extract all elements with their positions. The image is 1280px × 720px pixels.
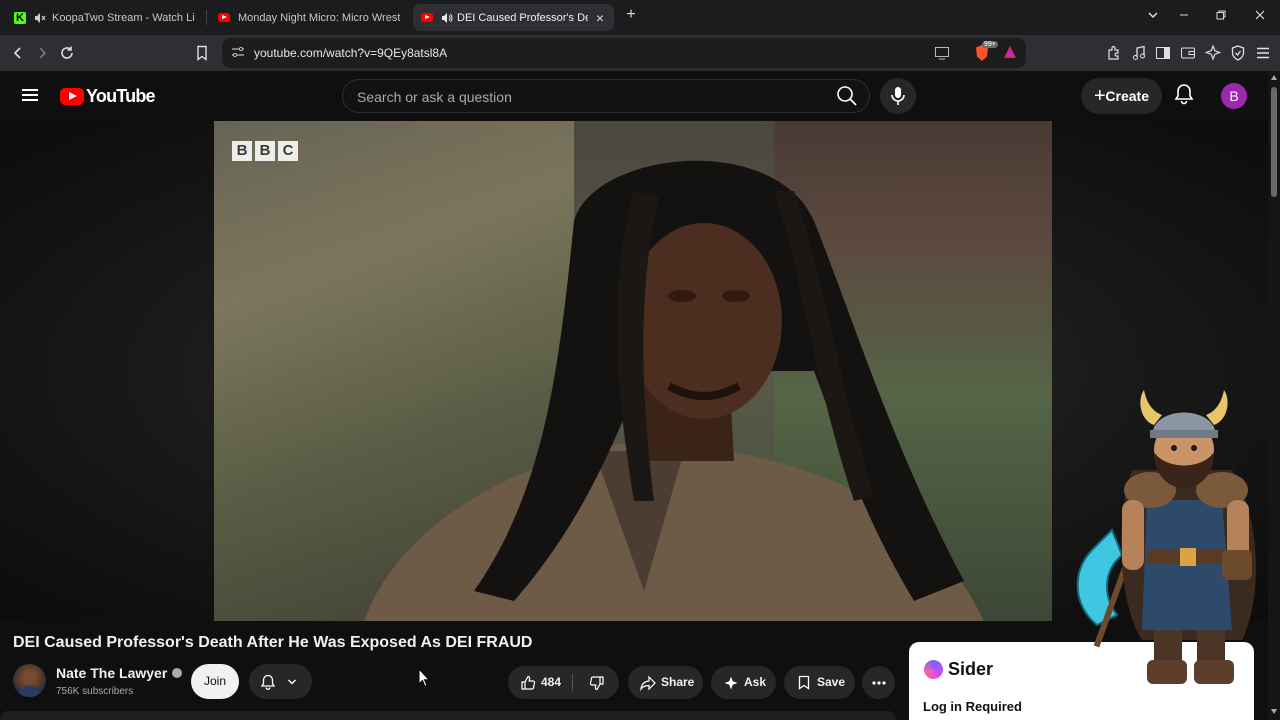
guide-menu-icon[interactable] xyxy=(22,89,38,101)
share-icon xyxy=(640,675,656,691)
sider-login-required[interactable]: Log in Required xyxy=(923,699,1022,714)
save-bookmark-icon xyxy=(798,675,810,690)
search-input[interactable]: Search or ask a question xyxy=(342,79,870,113)
scroll-down-arrow-icon[interactable] xyxy=(1271,709,1277,714)
kick-icon: K xyxy=(14,11,26,24)
channel-name[interactable]: Nate The Lawyer xyxy=(56,665,183,681)
youtube-icon xyxy=(218,13,230,22)
minimize-icon[interactable] xyxy=(1174,8,1194,24)
youtube-logo[interactable]: YouTube xyxy=(60,86,156,107)
shields-count-badge: 99+ xyxy=(982,41,998,48)
share-label: Share xyxy=(661,675,695,689)
dislike-button[interactable] xyxy=(589,675,605,691)
sider-brand: Sider xyxy=(924,659,993,680)
account-avatar[interactable]: B xyxy=(1221,83,1247,109)
like-button[interactable] xyxy=(520,675,536,691)
cast-icon[interactable] xyxy=(934,46,950,65)
search-icon xyxy=(837,86,857,106)
chevron-down-icon xyxy=(288,679,296,685)
leo-ai-icon[interactable] xyxy=(1203,43,1223,63)
ask-button[interactable]: Ask xyxy=(711,666,776,699)
tab-search-chevron-icon[interactable] xyxy=(1143,8,1163,24)
sidebar-toggle-icon[interactable] xyxy=(1153,43,1173,63)
save-label: Save xyxy=(817,675,846,689)
bookmark-icon[interactable] xyxy=(192,43,212,63)
save-button[interactable]: Save xyxy=(784,666,855,699)
browser-menu-icon[interactable] xyxy=(1253,43,1273,63)
sparkle-icon xyxy=(724,676,738,690)
viking-mascot-image[interactable] xyxy=(1062,390,1272,695)
vpn-shield-icon[interactable] xyxy=(1228,43,1248,63)
search-placeholder: Search or ask a question xyxy=(357,89,512,105)
like-divider xyxy=(572,674,573,691)
youtube-header: YouTube Search or ask a question + Creat… xyxy=(0,71,1268,121)
scroll-up-arrow-icon[interactable] xyxy=(1271,75,1277,80)
browser-tab-kick[interactable]: K KoopaTwo Stream - Watch Live o xyxy=(6,4,202,31)
extensions-icon[interactable] xyxy=(1104,43,1124,63)
close-window-icon[interactable] xyxy=(1250,8,1270,24)
tab-title: KoopaTwo Stream - Watch Live o xyxy=(52,11,194,24)
tab-divider xyxy=(206,10,207,25)
muted-speaker-icon[interactable] xyxy=(34,12,46,24)
search-button[interactable] xyxy=(830,80,864,112)
share-button[interactable]: Share xyxy=(628,666,703,699)
video-frame-person xyxy=(364,160,984,621)
bell-icon xyxy=(1174,84,1194,105)
browser-toolbar: youtube.com/watch?v=9QEy8atsl8A 99+ xyxy=(0,35,1280,71)
description-box[interactable] xyxy=(0,711,896,720)
brave-rewards-icon[interactable] xyxy=(1003,45,1017,64)
create-label: Create xyxy=(1105,88,1149,104)
bbc-letter: B xyxy=(232,141,252,161)
new-tab-icon[interactable]: + xyxy=(621,6,641,24)
plus-icon: + xyxy=(1094,85,1106,107)
sider-brand-name: Sider xyxy=(948,659,994,679)
wallet-icon[interactable] xyxy=(1178,43,1198,63)
site-settings-icon[interactable] xyxy=(230,45,246,61)
like-dislike-group: 484 xyxy=(508,666,619,699)
bbc-letter: C xyxy=(278,141,298,161)
mouse-cursor-icon xyxy=(418,668,430,688)
verified-badge-icon xyxy=(172,668,183,678)
audio-playing-icon[interactable] xyxy=(441,12,453,24)
reload-icon[interactable] xyxy=(57,43,77,63)
like-count: 484 xyxy=(541,675,562,689)
address-bar[interactable]: youtube.com/watch?v=9QEy8atsl8A 99+ xyxy=(222,38,1026,68)
subscription-notifications-button[interactable] xyxy=(249,664,312,699)
sider-logo-icon xyxy=(924,660,943,679)
close-tab-icon[interactable]: × xyxy=(594,10,606,26)
youtube-wordmark: YouTube xyxy=(86,86,156,106)
youtube-play-icon xyxy=(60,88,84,105)
create-button[interactable]: + Create xyxy=(1081,78,1162,114)
voice-search-button[interactable] xyxy=(880,78,916,114)
more-horizontal-icon xyxy=(872,681,886,685)
channel-avatar[interactable] xyxy=(13,664,46,697)
tab-title: Monday Night Micro: Micro Wrestling xyxy=(238,11,400,24)
media-music-icon[interactable] xyxy=(1129,43,1149,63)
forward-arrow-icon[interactable] xyxy=(32,43,52,63)
back-arrow-icon[interactable] xyxy=(8,43,28,63)
restore-icon[interactable] xyxy=(1211,8,1231,24)
more-actions-button[interactable] xyxy=(862,666,895,699)
browser-tab-strip: K KoopaTwo Stream - Watch Live o Monday … xyxy=(0,0,1280,35)
bell-icon xyxy=(261,674,275,690)
microphone-icon xyxy=(891,87,905,105)
ask-label: Ask xyxy=(744,675,767,689)
notifications-button[interactable] xyxy=(1174,83,1198,109)
video-player[interactable]: B B C xyxy=(214,121,1052,621)
youtube-icon xyxy=(421,13,433,22)
subscriber-count: 756K subscribers xyxy=(56,686,134,697)
scrollbar-thumb[interactable] xyxy=(1271,87,1277,197)
video-title: DEI Caused Professor's Death After He Wa… xyxy=(13,634,533,651)
tab-title: DEI Caused Professor's Death xyxy=(457,11,588,24)
bbc-watermark: B B C xyxy=(232,141,298,161)
browser-tab-active[interactable]: DEI Caused Professor's Death × xyxy=(413,4,614,31)
url-text: youtube.com/watch?v=9QEy8atsl8A xyxy=(254,46,448,60)
join-button[interactable]: Join xyxy=(191,664,239,699)
browser-tab-micro-wrestling[interactable]: Monday Night Micro: Micro Wrestling xyxy=(210,4,408,31)
channel-name-text: Nate The Lawyer xyxy=(56,665,168,681)
bbc-letter: B xyxy=(255,141,275,161)
